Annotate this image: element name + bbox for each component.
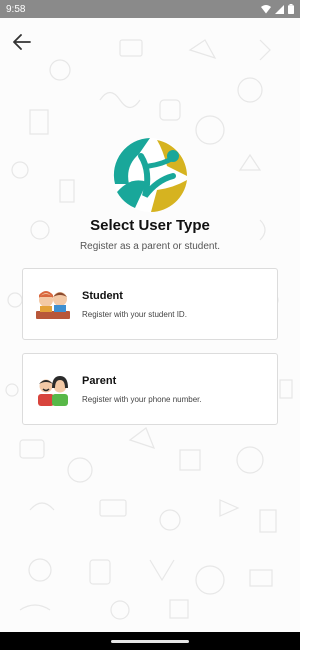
parent-option-description: Register with your phone number. (82, 394, 202, 404)
signal-icon (275, 4, 284, 14)
page-subtitle: Register as a parent or student. (79, 241, 221, 252)
navigation-bar (0, 632, 300, 650)
parents-avatar-icon (38, 376, 68, 406)
parent-option-card[interactable]: Parent Register with your phone number. (22, 353, 278, 425)
app-logo (113, 138, 187, 212)
arrow-left-icon (13, 34, 31, 50)
student-option-description: Register with your student ID. (82, 309, 187, 319)
status-bar: 9:58 (0, 0, 300, 18)
status-time: 9:58 (6, 3, 26, 15)
student-option-text: Student Register with your student ID. (82, 290, 187, 319)
student-option-label: Student (82, 289, 123, 302)
students-avatar-icon (36, 291, 70, 319)
parent-option-text: Parent Register with your phone number. (82, 375, 202, 404)
wifi-icon (261, 4, 271, 13)
status-icons (261, 4, 294, 14)
select-user-type-screen: 9:58 Select User Type Register as a pare… (0, 0, 300, 650)
home-gesture-handle[interactable] (111, 639, 189, 643)
parent-option-label: Parent (82, 374, 117, 387)
battery-icon (288, 4, 294, 14)
back-button[interactable] (10, 30, 34, 54)
page-title: Select User Type (90, 217, 210, 234)
student-option-card[interactable]: Student Register with your student ID. (22, 268, 278, 340)
